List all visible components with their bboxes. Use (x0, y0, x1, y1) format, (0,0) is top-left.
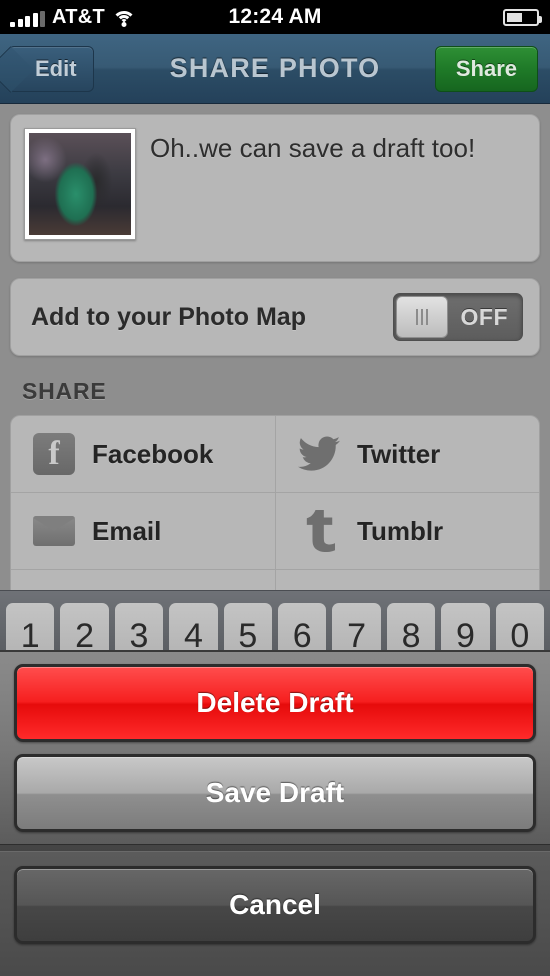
photo-map-toggle[interactable]: OFF (393, 293, 523, 341)
save-draft-button[interactable]: Save Draft (14, 754, 536, 832)
key-7[interactable]: 7 (332, 603, 381, 650)
cancel-button[interactable]: Cancel (14, 866, 536, 944)
action-sheet: Delete Draft Save Draft Cancel (0, 650, 550, 976)
key-5[interactable]: 5 (223, 603, 273, 650)
key-8[interactable]: 8 (386, 603, 436, 650)
share-option-label: Email (92, 515, 162, 546)
share-button-label: Share (455, 55, 517, 81)
keyboard-number-row[interactable]: 1 2 3 4 5 6 7 8 9 0 (0, 590, 550, 650)
delete-draft-label: Delete Draft (196, 687, 354, 718)
photo-map-label: Add to your Photo Map (31, 302, 306, 331)
share-option-label: Tumblr (357, 515, 444, 546)
key-6[interactable]: 6 (278, 603, 327, 650)
photo-map-toggle-value: OFF (460, 303, 508, 330)
facebook-icon: f (33, 433, 75, 475)
share-option-label: Twitter (357, 438, 441, 469)
key-9[interactable]: 9 (441, 603, 490, 650)
action-sheet-primary-group: Delete Draft Save Draft (0, 652, 550, 832)
share-option-tumblr[interactable]: Tumblr (275, 493, 539, 569)
share-option-email[interactable]: Email (11, 493, 275, 569)
cancel-label: Cancel (229, 889, 321, 920)
key-2[interactable]: 2 (60, 603, 109, 650)
save-draft-label: Save Draft (205, 777, 345, 808)
status-bar-right (503, 8, 542, 26)
action-sheet-cancel-group: Cancel (0, 852, 550, 960)
photo-thumbnail-image (29, 133, 131, 235)
share-option-twitter[interactable]: Twitter (275, 416, 539, 492)
share-row-1: f Facebook Twitter (11, 416, 539, 493)
toggle-knob[interactable] (396, 296, 448, 338)
action-sheet-divider (0, 844, 550, 852)
photo-map-row[interactable]: Add to your Photo Map OFF (10, 278, 540, 356)
clock-label: 12:24 AM (228, 5, 322, 28)
twitter-bird-icon (298, 433, 340, 475)
delete-draft-button[interactable]: Delete Draft (14, 664, 536, 742)
share-row-2: Email Tumblr (11, 493, 539, 570)
status-bar: AT&T 12:24 AM (0, 0, 550, 34)
key-0[interactable]: 0 (495, 603, 545, 650)
envelope-icon (33, 510, 75, 552)
share-button[interactable]: Share (434, 45, 538, 92)
iphone-screen: AT&T 12:24 AM Edit SHARE PHOTO Share Oh.… (0, 0, 550, 976)
share-section-header: SHARE (22, 378, 107, 404)
navigation-bar: Edit SHARE PHOTO Share (0, 34, 550, 104)
back-button-label: Edit (35, 55, 77, 81)
share-option-label: Facebook (92, 438, 214, 469)
key-3[interactable]: 3 (114, 603, 164, 650)
key-1[interactable]: 1 (6, 603, 55, 650)
share-option-facebook[interactable]: f Facebook (11, 416, 275, 492)
caption-text[interactable]: Oh..we can save a draft too! (136, 128, 475, 164)
key-4[interactable]: 4 (169, 603, 218, 650)
battery-icon (503, 8, 542, 26)
tumblr-icon (298, 510, 340, 552)
photo-thumbnail[interactable] (24, 128, 136, 240)
caption-card[interactable]: Oh..we can save a draft too! (10, 114, 540, 262)
